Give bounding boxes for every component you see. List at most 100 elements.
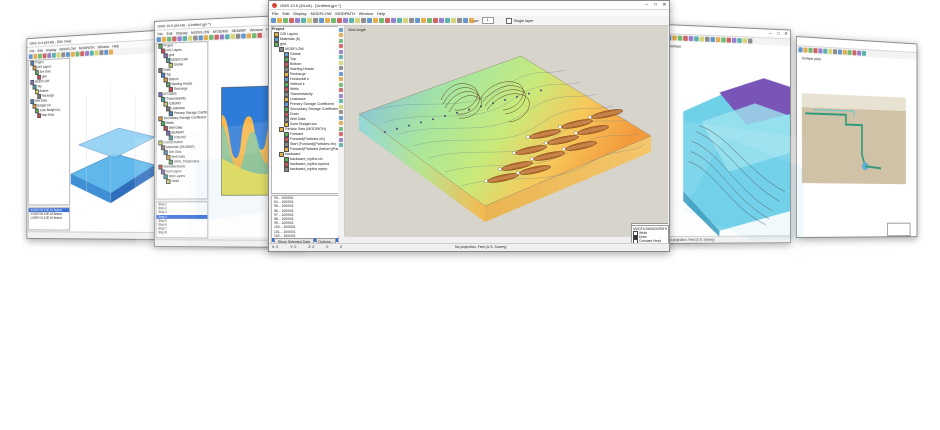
tool-palette-icon[interactable] xyxy=(339,44,343,48)
toolbar-tool-icon[interactable] xyxy=(252,33,257,39)
tool-palette-icon[interactable] xyxy=(339,66,343,70)
main-menu-file[interactable]: File xyxy=(272,11,278,16)
tool-palette-icon[interactable] xyxy=(339,126,343,131)
toolbar-tool-icon[interactable] xyxy=(156,37,161,43)
toolbar-tool-icon[interactable] xyxy=(307,18,312,23)
toolbar-tool-icon[interactable] xyxy=(289,18,294,23)
toolbar-tool-icon[interactable] xyxy=(672,35,677,41)
second-menu-modflow[interactable]: MODFLOW xyxy=(191,29,209,35)
toolbar-tool-icon[interactable] xyxy=(715,37,721,43)
toolbar-tool-icon[interactable] xyxy=(187,35,193,41)
toolbar-tool-icon[interactable] xyxy=(742,38,748,44)
tool-palette-icon[interactable] xyxy=(339,99,343,103)
tool-palette-icon[interactable] xyxy=(339,88,343,92)
minimize-icon[interactable]: – xyxy=(642,1,651,9)
second-menu-file[interactable]: File xyxy=(157,31,163,36)
toolbar-tool-icon[interactable] xyxy=(75,51,80,57)
tool-palette-icon[interactable] xyxy=(339,115,343,120)
left-project-explorer[interactable]: Project GIS Layers Sim Gws grid MODFLOW Top Bo… xyxy=(28,57,70,206)
toolbar-tool-icon[interactable] xyxy=(421,18,426,23)
toolbar-tool-icon[interactable] xyxy=(42,53,47,59)
toolbar-tool-icon[interactable] xyxy=(433,18,438,23)
toolbar-tool-icon[interactable] xyxy=(56,52,61,58)
tool-palette-icon[interactable] xyxy=(339,49,343,54)
toolbar-tool-icon[interactable] xyxy=(391,18,396,23)
toolbar-tool-icon[interactable] xyxy=(731,37,737,43)
toolbar-tool-icon[interactable] xyxy=(177,36,182,42)
tool-palette-icon[interactable] xyxy=(339,121,343,125)
toolbar-tool-icon[interactable] xyxy=(214,34,219,40)
toolbar-tool-icon[interactable] xyxy=(301,18,306,23)
toolbar-tool-icon[interactable] xyxy=(857,50,862,56)
main-menu-display[interactable]: Display xyxy=(293,11,306,16)
toolbar-tool-icon[interactable] xyxy=(225,34,230,40)
tool-palette-icon[interactable] xyxy=(339,71,343,76)
toolbar-tool-icon[interactable] xyxy=(313,18,318,23)
data-list-row[interactable]: 1.500E+01 5.0E-04 Beams xyxy=(29,216,69,220)
tool-palette-icon[interactable] xyxy=(339,60,343,65)
toolbar-tool-icon[interactable] xyxy=(694,36,699,42)
toolbar-tool-icon[interactable] xyxy=(833,49,838,55)
well-marker[interactable] xyxy=(408,124,410,127)
toolbar-tool-icon[interactable] xyxy=(361,18,366,23)
toolbar-tool-icon[interactable] xyxy=(828,48,833,55)
toolbar-tool-icon[interactable] xyxy=(397,18,402,23)
left-menu-modflow[interactable]: MODFLOW xyxy=(59,45,75,51)
single-layer-checkbox[interactable] xyxy=(505,17,512,24)
toolbar-tool-icon[interactable] xyxy=(61,52,66,58)
tool-palette-icon[interactable] xyxy=(339,104,343,109)
toolbar-tool-icon[interactable] xyxy=(705,36,710,42)
toolbar-tool-icon[interactable] xyxy=(726,37,732,43)
tool-palette-icon[interactable] xyxy=(339,137,343,142)
toolbar-tool-icon[interactable] xyxy=(847,49,852,56)
second-menu-seawat[interactable]: SEAWAT xyxy=(232,27,247,33)
close-icon[interactable]: ✕ xyxy=(660,1,669,9)
left-menu-edit[interactable]: Edit xyxy=(38,47,43,52)
toolbar-tool-icon[interactable] xyxy=(427,18,432,23)
tool-palette-icon[interactable] xyxy=(339,77,343,81)
toolbar-tool-icon[interactable] xyxy=(721,37,726,43)
tool-palette-icon[interactable] xyxy=(339,82,343,87)
toolbar-tool-icon[interactable] xyxy=(161,36,167,42)
toolbar-tool-icon[interactable] xyxy=(677,35,683,41)
toolbar-tool-icon[interactable] xyxy=(193,35,198,41)
toolbar-tool-icon[interactable] xyxy=(737,38,742,44)
well-marker[interactable] xyxy=(456,111,458,114)
toolbar-tool-icon[interactable] xyxy=(241,33,246,39)
toolbar-tool-icon[interactable] xyxy=(699,36,705,42)
toolbar-tool-icon[interactable] xyxy=(415,18,420,23)
toolbar-tool-icon[interactable] xyxy=(209,34,214,40)
toolbar-tool-icon[interactable] xyxy=(230,33,235,40)
toolbar-tool-icon[interactable] xyxy=(47,53,52,59)
main-menu-help[interactable]: Help xyxy=(377,11,385,16)
toolbar-tool-icon[interactable] xyxy=(747,38,753,44)
well-marker[interactable] xyxy=(516,95,518,98)
toolbar-tool-icon[interactable] xyxy=(277,18,282,23)
toolbar-tool-icon[interactable] xyxy=(842,49,847,55)
toolbar-tool-icon[interactable] xyxy=(198,35,203,41)
toolbar-tool-icon[interactable] xyxy=(808,47,813,53)
main-menu-modpath[interactable]: MODPATH xyxy=(335,11,354,16)
toolbar-tool-icon[interactable] xyxy=(94,50,99,56)
toolbar-tool-icon[interactable] xyxy=(683,35,688,41)
toolbar-tool-icon[interactable] xyxy=(861,50,866,56)
toolbar-tool-icon[interactable] xyxy=(219,34,225,40)
toolbar-tool-icon[interactable] xyxy=(203,35,209,41)
maximize-icon[interactable]: □ xyxy=(774,30,782,38)
toolbar-tool-icon[interactable] xyxy=(246,33,252,39)
toolbar-tool-icon[interactable] xyxy=(38,53,42,59)
well-marker[interactable] xyxy=(384,131,386,133)
toolbar-tool-icon[interactable] xyxy=(688,36,694,42)
toolbar-tool-icon[interactable] xyxy=(337,18,342,23)
toolbar-tool-icon[interactable] xyxy=(109,49,114,55)
well-marker[interactable] xyxy=(420,121,422,124)
toolbar-tool-icon[interactable] xyxy=(803,47,808,53)
fifth-viewport[interactable]: Surface plots xyxy=(796,53,917,237)
tool-palette-icon[interactable] xyxy=(339,143,343,147)
left-menu-help[interactable]: Help xyxy=(112,43,119,48)
main-menu-window[interactable]: Window xyxy=(359,11,373,16)
tool-palette-icon[interactable] xyxy=(339,132,343,136)
toolbar-tool-icon[interactable] xyxy=(837,49,842,55)
toolbar-tool-icon[interactable] xyxy=(70,51,75,57)
toolbar-tool-icon[interactable] xyxy=(818,48,823,54)
